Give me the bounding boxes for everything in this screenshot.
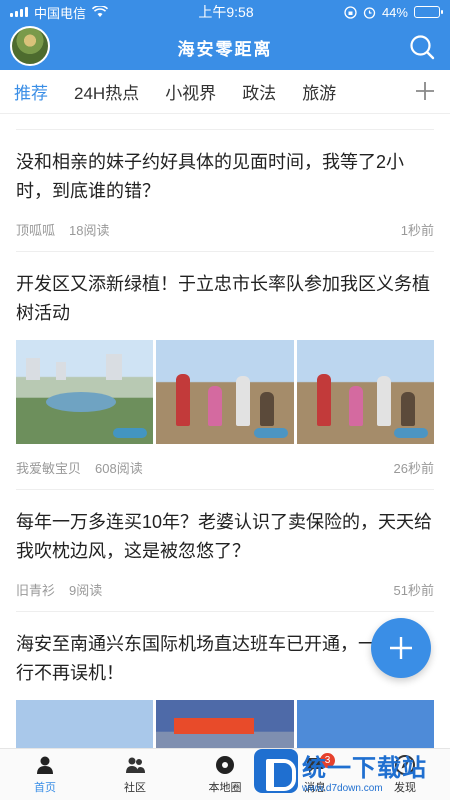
wifi-icon (92, 6, 109, 17)
thumbnail-tree-planting[interactable] (156, 340, 294, 444)
article-card[interactable]: 开发区又添新绿植！于立忠市长率队参加我区义务植树活动 我爱敏宝贝 608阅读 2… (16, 252, 434, 490)
carrier-label: 中国电信 (34, 5, 87, 21)
publish-button[interactable] (371, 618, 431, 678)
user-avatar-icon[interactable] (10, 26, 50, 66)
article-author: 旧青衫 (16, 583, 56, 598)
app-title: 海安零距离 (177, 39, 273, 60)
article-reads: 608阅读 (95, 461, 143, 476)
article-meta: 我爱敏宝贝 608阅读 26秒前 (16, 458, 434, 477)
article-time: 26秒前 (393, 461, 434, 476)
article-author: 顶呱呱 (16, 223, 56, 238)
article-reads: 9阅读 (69, 583, 103, 598)
community-icon (126, 757, 145, 773)
article-reads: 18阅读 (69, 223, 110, 238)
nav-community-label: 社区 (124, 782, 146, 794)
rotation-lock-icon (344, 5, 357, 19)
plus-icon (390, 637, 412, 659)
nav-discover-label: 发现 (394, 782, 416, 794)
article-author: 我爱敏宝贝 (16, 461, 82, 476)
article-title[interactable]: 开发区又添新绿植！于立忠市长率队参加我区义务植树活动 (16, 270, 434, 328)
message-badge: 3 (320, 753, 335, 768)
local-circle-icon (216, 756, 234, 774)
article-card[interactable]: 每年一万多连买10年？老婆认识了卖保险的，天天给我吹枕边风，这是被忽悠了？ 旧青… (16, 490, 434, 612)
nav-messages[interactable]: 3 消息 (270, 749, 360, 800)
signal-icon (10, 7, 28, 17)
status-time: 上午9:58 (198, 4, 254, 20)
discover-icon (395, 755, 415, 775)
tab-small-vision[interactable]: 小视界 (165, 79, 216, 104)
article-meta: 旧青衫 9阅读 51秒前 (16, 580, 434, 599)
nav-local-circle[interactable]: 本地圈 (180, 749, 270, 800)
nav-home-label: 首页 (34, 782, 56, 794)
app-header: 海安零距离 (0, 24, 450, 70)
article-time: 1秒前 (400, 223, 434, 238)
article-title[interactable]: 每年一万多连买10年？老婆认识了卖保险的，天天给我吹枕边风，这是被忽悠了？ (16, 508, 434, 566)
nav-community[interactable]: 社区 (90, 749, 180, 800)
home-person-icon (37, 756, 53, 774)
thumbnail-tree-planting[interactable] (296, 340, 434, 444)
news-feed: 没和相亲的妹子约好具体的见面时间，我等了2小时，到底谁的错？ 顶呱呱 18阅读 1… (0, 120, 450, 800)
nav-home[interactable]: 首页 (0, 749, 90, 800)
divider (16, 120, 434, 130)
add-channel-icon[interactable] (414, 80, 436, 102)
article-time: 51秒前 (393, 583, 434, 598)
top-bar: 中国电信 上午9:58 44% 海安零距离 (0, 0, 450, 70)
thumbnail-city-aerial[interactable] (16, 340, 154, 444)
status-bar: 中国电信 上午9:58 44% (0, 0, 450, 24)
tab-politics-law[interactable]: 政法 (242, 79, 276, 104)
nav-discover[interactable]: 发现 (360, 749, 450, 800)
tab-24h-hot[interactable]: 24H热点 (74, 79, 139, 104)
search-icon[interactable] (408, 33, 436, 61)
article-thumbnails (16, 340, 434, 444)
battery-icon (413, 6, 443, 18)
channel-tabs: 推荐 24H热点 小视界 政法 旅游 (0, 70, 450, 114)
alarm-icon (363, 6, 376, 19)
article-title[interactable]: 没和相亲的妹子约好具体的见面时间，我等了2小时，到底谁的错？ (16, 148, 434, 206)
battery-percent: 44% (381, 4, 408, 20)
tab-travel[interactable]: 旅游 (302, 79, 336, 104)
nav-messages-label: 消息 (304, 782, 326, 794)
nav-local-circle-label: 本地圈 (208, 782, 242, 794)
bottom-nav: 首页 社区 本地圈 3 消息 发现 (0, 748, 450, 800)
article-meta: 顶呱呱 18阅读 1秒前 (16, 220, 434, 239)
tab-recommend[interactable]: 推荐 (14, 79, 48, 104)
article-card[interactable]: 没和相亲的妹子约好具体的见面时间，我等了2小时，到底谁的错？ 顶呱呱 18阅读 1… (16, 130, 434, 252)
